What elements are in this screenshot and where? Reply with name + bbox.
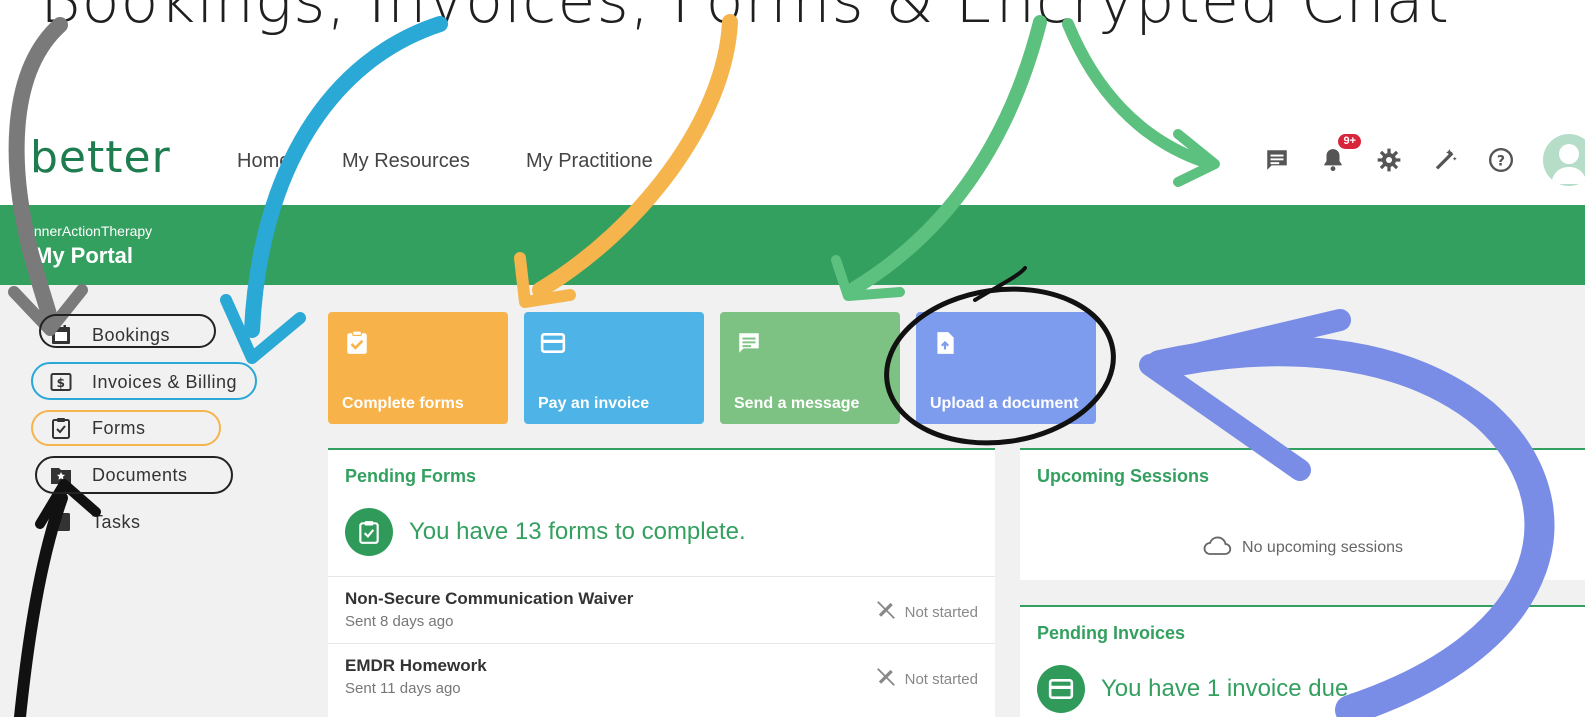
pending-forms-title: Pending Forms	[345, 466, 477, 486]
sidebar-item-invoices-billing[interactable]: $ Invoices & Billing	[50, 365, 237, 399]
nav-home[interactable]: Home	[237, 150, 290, 173]
clipboard-check-icon	[345, 508, 393, 556]
complete-forms-tile[interactable]: Complete forms	[328, 312, 508, 424]
sidebar: Bookings $ Invoices & Billing Forms Docu…	[0, 285, 310, 717]
form-name: Non-Secure Communication Waiver	[345, 589, 634, 608]
cloud-icon	[1202, 534, 1232, 561]
sidebar-item-tasks[interactable]: Tasks	[50, 505, 141, 539]
credit-card-icon	[540, 330, 566, 356]
pencil-off-icon	[875, 599, 897, 625]
tile-label: Pay an invoice	[538, 395, 650, 412]
top-icons: 9+ ?	[1263, 134, 1585, 186]
main-content: Complete forms Pay an invoice Send a mes…	[310, 285, 1585, 719]
no-sessions-message: No upcoming sessions	[1020, 534, 1585, 561]
tile-label: Complete forms	[342, 395, 464, 412]
help-icon[interactable]: ?	[1487, 146, 1515, 174]
sidebar-item-label: Invoices & Billing	[92, 371, 238, 392]
folder-star-icon	[50, 464, 72, 486]
sidebar-item-label: Documents	[92, 464, 188, 485]
task-icon	[50, 511, 72, 533]
sidebar-item-forms[interactable]: Forms	[50, 411, 146, 445]
form-row[interactable]: Non-Secure Communication Waiver Sent 8 d…	[328, 576, 995, 643]
invoice-count-text: You have 1 invoice due.	[1101, 675, 1355, 702]
form-sent-date: Sent 11 days ago	[345, 680, 461, 697]
form-name: EMDR Homework	[345, 656, 487, 675]
sidebar-item-label: Tasks	[92, 511, 141, 532]
sidebar-item-label: Bookings	[92, 324, 171, 345]
sidebar-item-label: Forms	[92, 417, 146, 438]
clipboard-check-icon	[50, 417, 72, 439]
portal-title: My Portal	[34, 243, 134, 268]
tile-label: Send a message	[734, 395, 860, 412]
form-status-label: Not started	[904, 603, 978, 621]
notifications-bell-icon[interactable]: 9+	[1319, 134, 1361, 174]
logo[interactable]: better	[30, 132, 171, 183]
message-icon	[736, 330, 762, 356]
user-avatar[interactable]	[1543, 134, 1585, 186]
no-sessions-text: No upcoming sessions	[1242, 538, 1403, 556]
tile-label: Upload a document	[930, 395, 1079, 412]
notification-badge: 9+	[1338, 134, 1361, 149]
pending-forms-card: Pending Forms You have 13 forms to compl…	[328, 448, 995, 719]
file-upload-icon	[932, 330, 958, 356]
upcoming-sessions-card: Upcoming Sessions No upcoming sessions	[1020, 448, 1585, 580]
pending-invoices-card: Pending Invoices You have 1 invoice due.	[1020, 605, 1585, 719]
send-message-tile[interactable]: Send a message	[720, 312, 900, 424]
nav-my-practitioners[interactable]: My Practitione	[526, 150, 653, 173]
forms-count-text: You have 13 forms to complete.	[409, 518, 746, 545]
dollar-icon: $	[50, 371, 72, 393]
clipboard-check-icon	[344, 330, 370, 356]
pending-forms-summary: You have 13 forms to complete.	[345, 508, 746, 556]
nav-my-resources[interactable]: My Resources	[342, 150, 470, 173]
upcoming-sessions-title: Upcoming Sessions	[1037, 466, 1210, 486]
magic-wand-icon[interactable]	[1431, 146, 1459, 174]
upload-document-tile[interactable]: Upload a document	[916, 312, 1096, 424]
form-row[interactable]: EMDR Homework Sent 11 days ago Not start…	[328, 643, 995, 710]
form-status-label: Not started	[904, 670, 978, 688]
pending-invoices-summary: You have 1 invoice due.	[1037, 665, 1355, 713]
credit-card-icon	[1037, 665, 1085, 713]
sidebar-item-bookings[interactable]: Bookings	[50, 318, 170, 352]
portal-header-bar: InnerActionTherapy My Portal	[0, 205, 1585, 285]
svg-text:$: $	[57, 376, 66, 390]
org-name: InnerActionTherapy	[30, 223, 153, 239]
top-bar: better Home My Resources My Practitione …	[0, 100, 1585, 210]
form-status: Not started	[875, 666, 978, 692]
calendar-icon	[50, 324, 72, 346]
settings-gear-icon[interactable]	[1375, 146, 1403, 174]
form-sent-date: Sent 8 days ago	[345, 613, 454, 630]
pending-invoices-title: Pending Invoices	[1037, 623, 1186, 643]
sidebar-item-documents[interactable]: Documents	[50, 458, 188, 492]
pencil-off-icon	[875, 666, 897, 692]
pay-invoice-tile[interactable]: Pay an invoice	[524, 312, 704, 424]
form-status: Not started	[875, 599, 978, 625]
svg-text:?: ?	[1497, 153, 1505, 169]
banner-title: Bookings, Invoices, Forms & Encrypted Ch…	[40, 0, 1450, 37]
chat-icon[interactable]	[1263, 146, 1291, 174]
